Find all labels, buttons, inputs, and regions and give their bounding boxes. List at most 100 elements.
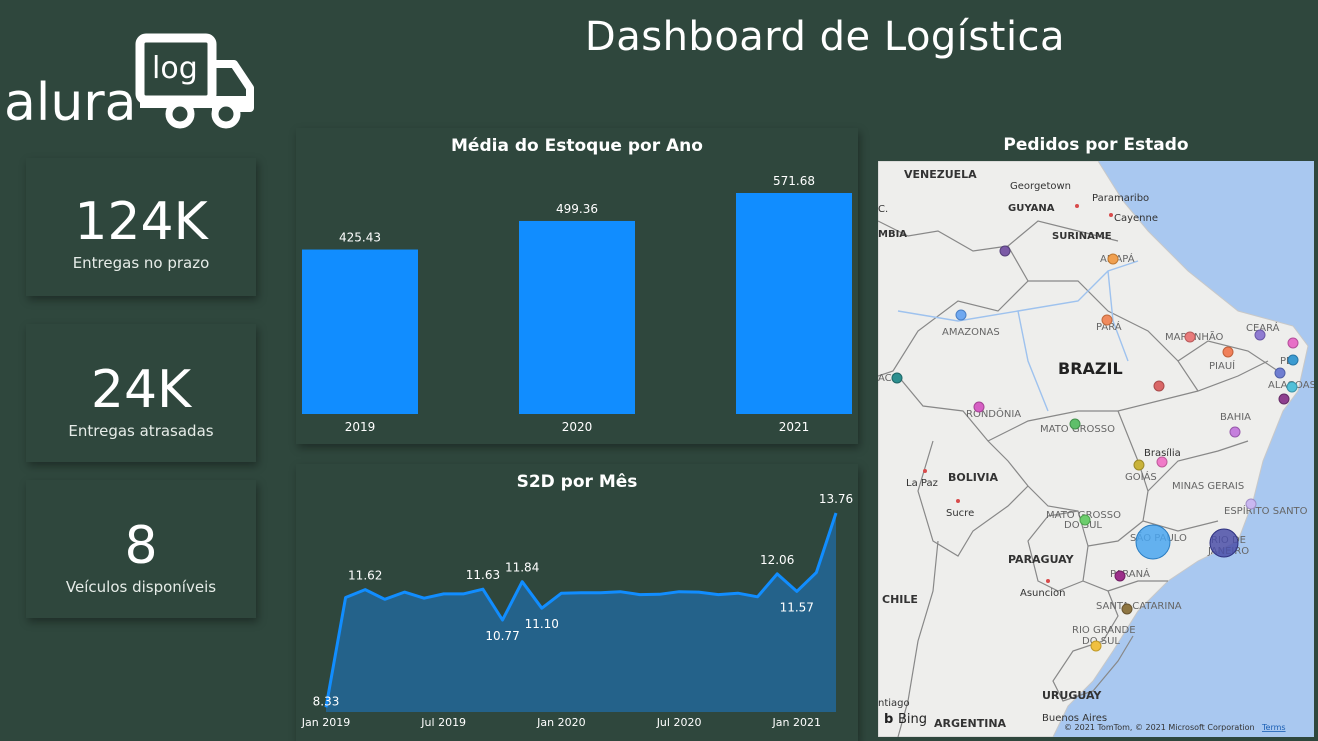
data-label: 10.77 [485,629,519,643]
map-label: MBIA [878,229,907,240]
map-label: VENEZUELA [904,168,977,181]
kpi-card-late[interactable]: 24K Entregas atrasadas [26,324,256,462]
order-bubble [1133,459,1145,471]
order-bubble [1254,329,1266,341]
map-label: PARAGUAY [1008,553,1075,566]
area-chart-panel[interactable]: S2D por Mês 8.33 11.62 11.63 10.77 11.84 11.1… [296,464,858,741]
logo-badge: log [152,51,198,86]
order-bubble [1287,337,1299,349]
data-label: 11.57 [780,600,814,614]
data-label: 8.33 [313,694,340,708]
order-bubble [1278,393,1290,405]
map-copyright: © 2021 TomTom, © 2021 Microsoft Corporat… [1064,723,1255,732]
order-bubble [891,372,903,384]
city-dot [1075,204,1079,208]
order-bubble [1079,514,1091,526]
data-label: 11.84 [505,561,539,575]
kpi-label: Veículos disponíveis [65,578,217,596]
bar-value-label: 571.68 [773,174,815,188]
order-bubble [1090,640,1102,652]
order-bubble [1153,380,1165,392]
logo-text: alura [4,73,137,130]
alura-log-logo: alura log [4,33,254,130]
map-label: RIO GRANDE [1072,625,1136,636]
area-chart: 8.33 11.62 11.63 10.77 11.84 11.10 12.06 11.57 1… [301,492,853,729]
order-bubble [973,401,985,413]
kpi-value: 124K [74,192,208,252]
order-bubble [1069,418,1081,430]
data-label: 12.06 [760,553,794,567]
data-label: 11.63 [466,568,500,582]
order-bubble [1287,354,1299,366]
map[interactable]: VENEZUELA Georgetown Paramaribo GUYANA C… [878,161,1314,737]
map-label: AMAZONAS [942,327,1000,338]
bar-chart: 425.43 2019 499.36 2020 571.68 2021 [302,174,852,434]
order-bubble [1184,331,1196,343]
kpi-label: Entregas no prazo [72,254,210,272]
map-label: BOLIVIA [948,471,998,484]
kpi-value: 24K [90,360,192,420]
map-label: CHILE [882,593,918,606]
map-label: ARGENTINA [934,717,1007,730]
data-label: 11.62 [348,569,382,583]
map-label: Asuncion [1020,588,1065,599]
city-dot [1046,579,1050,583]
order-bubble [1101,314,1113,326]
x-tick-label: 2020 [562,420,593,434]
map-label: MINAS GERAIS [1172,481,1244,492]
page-title: Dashboard de Logística [584,14,1066,60]
x-tick-label: 2019 [345,420,376,434]
order-bubble [955,309,967,321]
order-bubble [1274,367,1286,379]
city-dot [923,469,927,473]
x-tick-label: 2021 [779,420,810,434]
bar [736,193,852,414]
city-dot [1109,213,1113,217]
x-tick-label: Jan 2020 [536,716,585,729]
x-tick-label: Jul 2019 [420,716,466,729]
area-fill [326,513,836,712]
order-bubble [999,245,1011,257]
order-bubble-rio-de-janeiro [1209,528,1239,558]
kpi-value: 8 [124,516,158,576]
order-bubble [1107,253,1119,265]
order-bubble [1286,381,1298,393]
bing-logo: b [884,712,893,727]
map-label: BRAZIL [1058,359,1123,378]
map-label: SURINAME [1052,231,1112,242]
map-label: ESPÍRITO SANTO [1224,504,1308,517]
map-label: BAHIA [1220,412,1251,423]
map-label: Paramaribo [1092,193,1149,204]
order-bubble [1121,603,1133,615]
kpi-card-on-time[interactable]: 124K Entregas no prazo [26,158,256,296]
x-tick-label: Jan 2021 [772,716,821,729]
order-bubble [1229,426,1241,438]
map-label: URUGUAY [1042,689,1102,702]
x-tick-label: Jul 2020 [656,716,702,729]
x-tick-label: Jan 2019 [301,716,350,729]
bar [302,249,418,414]
map-label: SANTA CATARINA [1096,601,1182,612]
order-bubble [1245,498,1257,510]
data-label: 11.10 [525,617,559,631]
kpi-label: Entregas atrasadas [68,422,214,440]
map-label: GUYANA [1008,203,1055,214]
order-bubble-sao-paulo [1135,524,1171,560]
order-bubble [1114,570,1126,582]
map-label: Sucre [946,508,974,519]
order-bubble [1222,346,1234,358]
bar [519,220,635,414]
data-label: 13.76 [819,492,853,506]
bar-chart-panel[interactable]: Média do Estoque por Ano 425.43 2019 499.3… [296,128,858,444]
bar-value-label: 499.36 [556,202,598,216]
map-label: Georgetown [1010,181,1071,192]
city-dot [956,499,960,503]
map-label: Cayenne [1114,213,1158,224]
bing-label: Bing [898,712,927,727]
map-label: PIAUÍ [1209,359,1235,372]
map-label: GOIÁS [1125,470,1157,483]
map-label: C. [878,204,888,215]
map-terms-link[interactable]: Terms [1261,723,1286,732]
kpi-card-vehicles[interactable]: 8 Veículos disponíveis [26,480,256,618]
map-label: La Paz [906,478,938,489]
